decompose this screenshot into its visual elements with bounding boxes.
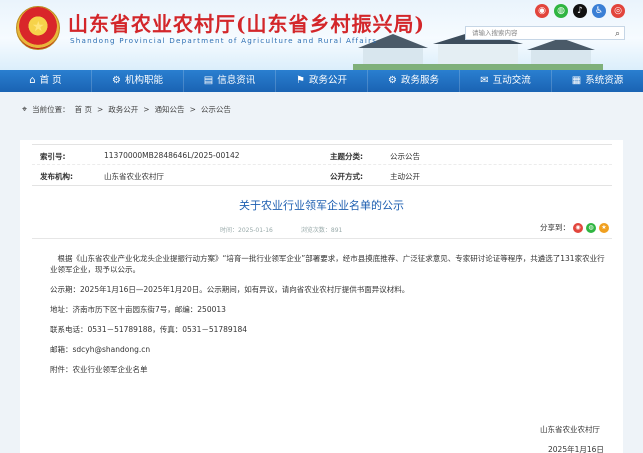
paragraph-attachment[interactable]: 附件：农业行业领军企业名单 xyxy=(50,364,610,375)
meta-row: 索引号: 11370000MB2848646L/2025-00142 主题分类:… xyxy=(32,145,612,165)
article-body: 根据《山东省农业产业化龙头企业提振行动方案》“培育一批行业领军企业”部署要求，经… xyxy=(50,253,610,384)
info-icon: ▤ xyxy=(203,75,214,86)
publisher-label: 发布机构: xyxy=(40,172,73,181)
national-emblem-icon: ★ xyxy=(16,6,60,50)
article-title: 关于农业行业领军企业名单的公示 xyxy=(239,199,404,212)
paragraph-address: 地址：济南市历下区十亩园东街7号，邮编：250013 xyxy=(50,305,226,314)
breadcrumb-item-home[interactable]: 首 页 xyxy=(75,104,92,115)
search-placeholder: 请输入搜索内容 xyxy=(472,29,518,37)
topic-value: 公示公告 xyxy=(390,152,420,161)
nav-item-service[interactable]: ⚙ 政务服务 xyxy=(368,70,460,92)
article-info-line: 时间：2025-01-16 浏览次数：891 xyxy=(220,225,342,234)
share-label: 分享到： xyxy=(540,223,570,232)
breadcrumb-separator: > xyxy=(143,105,150,114)
mode-label: 公开方式: xyxy=(330,172,363,181)
search-icon[interactable]: ⌕ xyxy=(615,28,620,40)
main-nav: ⌂ 首 页 ⚙ 机构职能 ▤ 信息资讯 ⚑ 政务公开 ⚙ 政务服务 ✉ 互动交流 ▦ 系统资源 xyxy=(0,70,643,92)
nav-item-info[interactable]: ▤ 信息资讯 xyxy=(184,70,276,92)
douyin-icon[interactable]: ♪ xyxy=(573,4,587,18)
site-subtitle: Shandong Provincial Department of Agricu… xyxy=(70,36,378,45)
page: ★ 山东省农业农村厅(山东省乡村振兴局) Shandong Provincial… xyxy=(0,0,643,453)
signature: 山东省农业农村厅 xyxy=(540,425,600,434)
elder-mode-icon[interactable]: ◎ xyxy=(611,4,625,18)
breadcrumb-item-announcements[interactable]: 公示公告 xyxy=(201,104,231,115)
document-meta-table: 索引号: 11370000MB2848646L/2025-00142 主题分类:… xyxy=(32,144,612,186)
publisher-value: 山东省农业农村厅 xyxy=(104,172,164,181)
breadcrumb-separator: > xyxy=(189,105,196,114)
signature-date: 2025年1月16日 xyxy=(548,445,604,453)
chat-icon: ✉ xyxy=(480,75,489,86)
breadcrumb-item-notices[interactable]: 通知公告 xyxy=(155,104,185,115)
social-links: ◉ ◍ ♪ ♿ ◎ xyxy=(535,4,625,18)
location-icon: ⌖ xyxy=(22,104,28,115)
paragraph-period: 公示期：2025年1月16日—2025年1月20日。公示期间，如有异议，请向省农… xyxy=(50,285,410,294)
share-weibo-icon[interactable]: ◉ xyxy=(573,222,583,233)
nav-item-home[interactable]: ⌂ 首 页 xyxy=(0,70,92,92)
org-icon: ⚙ xyxy=(112,75,121,86)
breadcrumb-separator: > xyxy=(96,105,104,114)
breadcrumb: ⌖ 当前位置： 首 页 > 政务公开 > 通知公告 > 公示公告 xyxy=(22,104,231,115)
breadcrumb-prefix: 当前位置： xyxy=(32,105,70,114)
mode-value: 主动公开 xyxy=(390,172,420,181)
site-header: ★ 山东省农业农村厅(山东省乡村振兴局) Shandong Provincial… xyxy=(0,0,643,70)
content-panel: 索引号: 11370000MB2848646L/2025-00142 主题分类:… xyxy=(20,140,623,453)
breadcrumb-item-public[interactable]: 政务公开 xyxy=(108,104,138,115)
flag-icon: ⚑ xyxy=(296,75,305,86)
article-date: 时间：2025-01-16 xyxy=(220,227,273,234)
nav-item-public[interactable]: ⚑ 政务公开 xyxy=(276,70,368,92)
paragraph-email[interactable]: 邮箱：sdcyh@shandong.cn xyxy=(50,344,610,355)
home-icon: ⌂ xyxy=(29,75,36,86)
wechat-icon[interactable]: ◍ xyxy=(554,4,568,18)
index-label: 索引号: xyxy=(40,152,66,161)
share-bar: 分享到： ◉ ◍ ★ xyxy=(540,222,609,233)
nav-item-interaction[interactable]: ✉ 互动交流 xyxy=(460,70,552,92)
accessibility-icon[interactable]: ♿ xyxy=(592,4,606,18)
resource-icon: ▦ xyxy=(571,75,582,86)
share-wechat-icon[interactable]: ◍ xyxy=(586,222,596,233)
nav-item-org[interactable]: ⚙ 机构职能 xyxy=(92,70,184,92)
service-icon: ⚙ xyxy=(388,75,397,86)
search-input[interactable]: 请输入搜索内容 ⌕ xyxy=(465,26,625,40)
share-qzone-icon[interactable]: ★ xyxy=(599,222,609,233)
site-title: 山东省农业农村厅(山东省乡村振兴局) xyxy=(68,12,425,36)
article-views: 浏览次数：891 xyxy=(300,227,343,234)
meta-row: 发布机构: 山东省农业农村厅 公开方式: 主动公开 xyxy=(32,165,612,185)
index-value: 11370000MB2848646L/2025-00142 xyxy=(104,151,240,160)
divider xyxy=(32,238,612,239)
paragraph-intro: 根据《山东省农业产业化龙头企业提振行动方案》“培育一批行业领军企业”部署要求，经… xyxy=(50,254,605,274)
nav-item-resource[interactable]: ▦ 系统资源 xyxy=(552,70,643,92)
weibo-icon[interactable]: ◉ xyxy=(535,4,549,18)
paragraph-phone: 联系电话：0531－51789188，传真：0531－51789184 xyxy=(50,325,248,334)
topic-label: 主题分类: xyxy=(330,152,363,161)
